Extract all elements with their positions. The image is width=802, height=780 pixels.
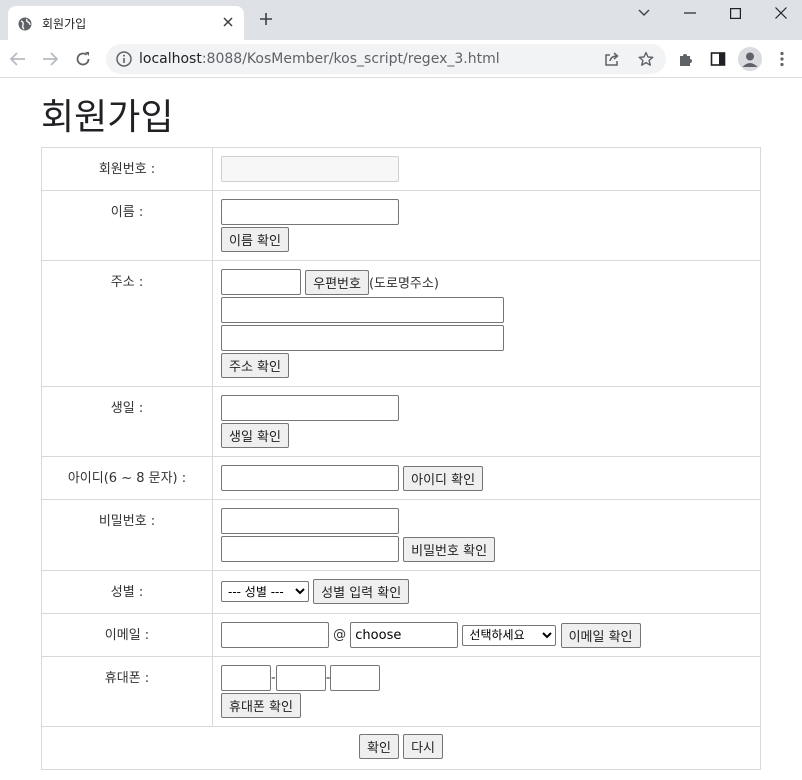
phone-check-button[interactable]: 휴대폰 확인 — [221, 693, 301, 718]
at-sign: @ — [333, 627, 347, 643]
phone-part2-input[interactable] — [275, 665, 326, 691]
tab-strip: 회원가입 — [0, 0, 802, 40]
plus-icon[interactable] — [255, 9, 277, 31]
close-icon[interactable] — [220, 15, 236, 31]
gender-label: 성별 : — [41, 570, 213, 614]
globe-icon — [18, 16, 32, 31]
minimize-icon[interactable] — [676, 4, 704, 22]
zipcode-input[interactable] — [221, 269, 301, 295]
maximize-icon[interactable] — [721, 4, 749, 22]
road-address-note: (도로명주소) — [368, 276, 439, 292]
email-local-input[interactable] — [221, 622, 329, 648]
address-line1-input[interactable] — [221, 297, 504, 323]
sidepanel-icon[interactable] — [709, 50, 727, 68]
member-no-field — [221, 156, 399, 182]
url-text[interactable]: localhost:8088/KosMember/kos_script/rege… — [139, 51, 500, 67]
row-address: 주소 : 우편번호 (도로명주소) 주소 확인 — [41, 260, 761, 387]
reset-button[interactable]: 다시 — [403, 734, 443, 759]
browser-tab[interactable]: 회원가입 — [8, 6, 244, 40]
reload-icon[interactable] — [72, 48, 94, 70]
address-label: 주소 : — [41, 260, 213, 387]
birth-check-button[interactable]: 생일 확인 — [221, 423, 289, 448]
row-gender: 성별 : --- 성별 --- 성별 입력 확인 — [41, 570, 761, 614]
row-password: 비밀번호 : 비밀번호 확인 — [41, 499, 761, 571]
profile-icon[interactable] — [738, 47, 762, 71]
phone-separator-1: - — [271, 670, 276, 686]
password-confirm-input[interactable] — [221, 536, 399, 562]
row-userid: 아이디(6 ~ 8 문자) : 아이디 확인 — [41, 456, 761, 500]
url-path: :8088/KosMember/kos_script/regex_3.html — [201, 51, 500, 67]
userid-check-button[interactable]: 아이디 확인 — [403, 465, 484, 491]
signup-form-table: 회원번호 : 이름 : 이름 확인 주소 : 우편번호 (도로명주소) 주소 확인… — [41, 147, 761, 770]
phone-part3-input[interactable] — [330, 665, 381, 691]
password-input[interactable] — [221, 508, 399, 534]
phone-label: 휴대폰 : — [41, 656, 213, 727]
row-email: 이메일 : @ 선택하세요 이메일 확인 — [41, 613, 761, 657]
chevron-down-icon[interactable] — [630, 4, 658, 22]
url-host: localhost — [139, 51, 202, 67]
email-label: 이메일 : — [41, 613, 213, 657]
birth-input[interactable] — [221, 395, 399, 421]
info-icon[interactable] — [116, 51, 132, 67]
member-no-label: 회원번호 : — [41, 147, 213, 191]
email-domain-select[interactable]: 선택하세요 — [462, 624, 557, 646]
zipcode-button[interactable]: 우편번호 — [305, 269, 369, 295]
address-check-button[interactable]: 주소 확인 — [221, 353, 289, 378]
email-check-button[interactable]: 이메일 확인 — [560, 622, 641, 648]
forward-arrow-icon[interactable] — [39, 48, 61, 70]
name-check-button[interactable]: 이름 확인 — [221, 227, 289, 252]
address-bar[interactable]: localhost:8088/KosMember/kos_script/rege… — [106, 44, 666, 74]
phone-part1-input[interactable] — [221, 665, 271, 691]
email-domain-input[interactable] — [350, 622, 459, 648]
back-arrow-icon[interactable] — [7, 48, 29, 70]
password-check-button[interactable]: 비밀번호 확인 — [403, 536, 496, 562]
name-label: 이름 : — [41, 190, 213, 261]
window-close-icon[interactable] — [767, 4, 795, 22]
row-member-no: 회원번호 : — [41, 147, 761, 191]
password-label: 비밀번호 : — [41, 499, 213, 571]
name-input[interactable] — [221, 199, 399, 225]
row-actions: 확인 다시 — [41, 726, 761, 770]
page-title: 회원가입 — [41, 97, 174, 138]
gender-check-button[interactable]: 성별 입력 확인 — [313, 579, 410, 604]
share-icon[interactable] — [603, 50, 621, 68]
star-icon[interactable] — [637, 50, 655, 68]
gender-select[interactable]: --- 성별 --- — [221, 581, 309, 602]
userid-label: 아이디(6 ~ 8 문자) : — [41, 456, 213, 500]
submit-button[interactable]: 확인 — [359, 734, 399, 759]
page-content: 회원가입 회원번호 : 이름 : 이름 확인 주소 : 우편번호 (도로명주소) … — [0, 78, 802, 780]
row-phone: 휴대폰 : -- 휴대폰 확인 — [41, 656, 761, 727]
birth-label: 생일 : — [41, 386, 213, 457]
kebab-menu-icon[interactable] — [773, 50, 791, 68]
userid-input[interactable] — [221, 465, 399, 491]
row-name: 이름 : 이름 확인 — [41, 190, 761, 261]
browser-toolbar: localhost:8088/KosMember/kos_script/rege… — [0, 40, 802, 78]
address-line2-input[interactable] — [221, 325, 504, 351]
puzzle-icon[interactable] — [677, 50, 695, 68]
tab-title: 회원가입 — [42, 17, 87, 31]
row-birth: 생일 : 생일 확인 — [41, 386, 761, 457]
